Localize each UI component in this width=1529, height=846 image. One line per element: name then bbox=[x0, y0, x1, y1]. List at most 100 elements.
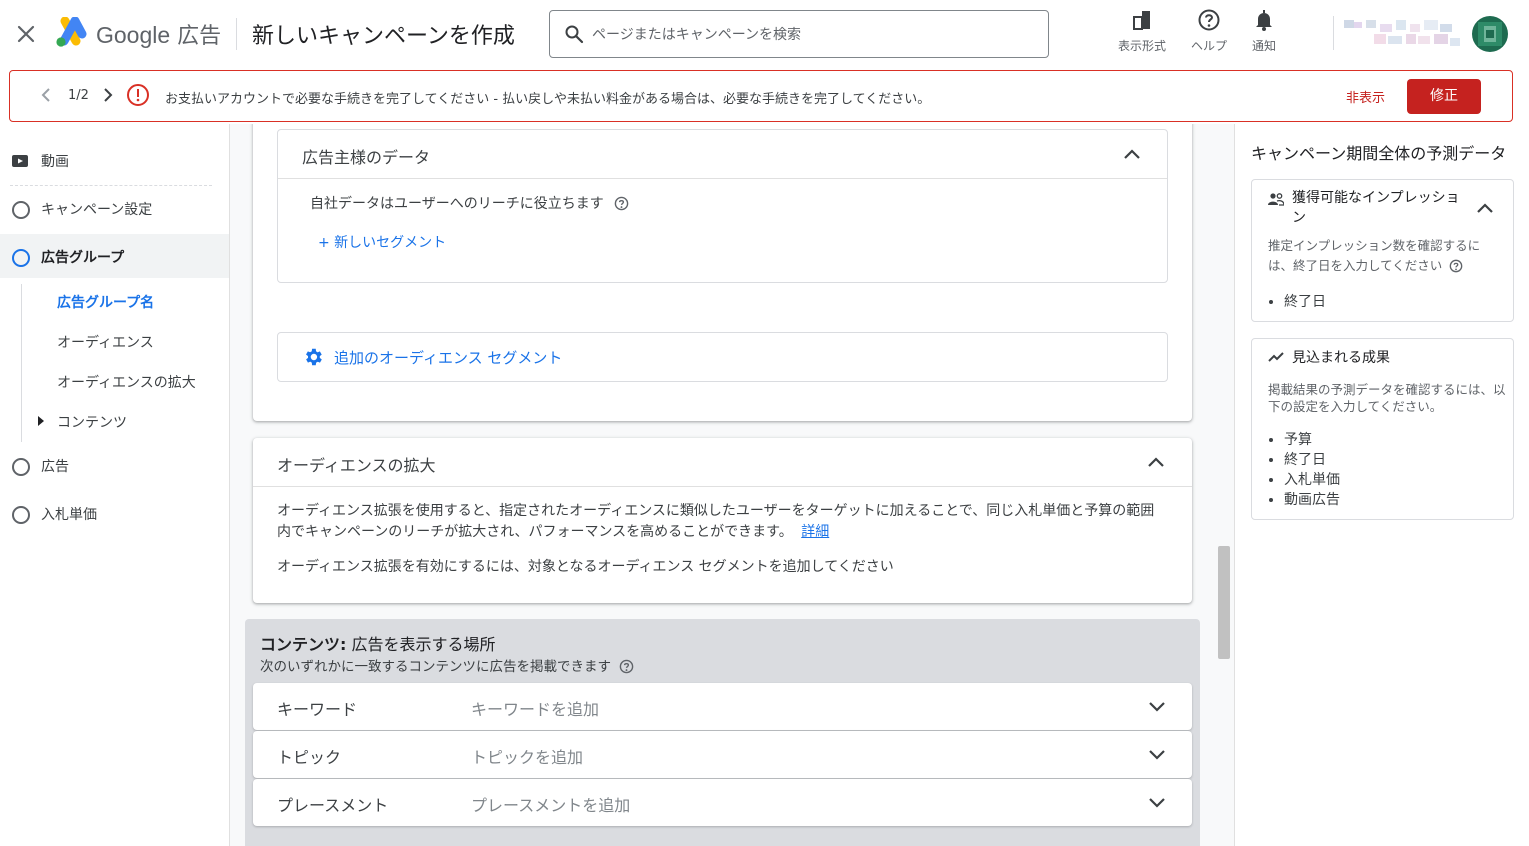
appearance-icon bbox=[1130, 8, 1154, 32]
nav-item-ads[interactable]: 広告 bbox=[0, 443, 229, 487]
left-nav: 動画 キャンペーン設定 広告グループ 広告グループ名 オーディエンス オーディエ… bbox=[0, 124, 230, 846]
help-button[interactable]: ヘルプ bbox=[1184, 8, 1234, 54]
content-subtitle-text: 次のいずれかに一致するコンテンツに広告を掲載できます bbox=[260, 659, 611, 675]
results-card: 見込まれる成果 掲載結果の予測データを確認するには、以下の設定を入力してください… bbox=[1251, 338, 1514, 520]
nav-item-bidding[interactable]: 入札単価 bbox=[0, 491, 229, 535]
advertiser-data-desc-text: 自社データはユーザーへのリーチに役立ちます bbox=[310, 196, 604, 212]
nav-label: キャンペーン設定 bbox=[41, 202, 153, 218]
bell-icon bbox=[1252, 8, 1276, 32]
row-placeholder: プレースメントを追加 bbox=[471, 796, 631, 815]
nav-label: 広告グループ bbox=[41, 250, 125, 266]
content-title-bold: コンテンツ: bbox=[260, 635, 347, 654]
help-icon[interactable] bbox=[614, 196, 629, 211]
additional-segments-label: 追加のオーディエンス セグメント bbox=[334, 349, 563, 367]
account-info-blurred[interactable] bbox=[1344, 18, 1464, 50]
chevron-left-icon[interactable] bbox=[38, 85, 54, 105]
row-name: プレースメント bbox=[277, 796, 389, 815]
results-title: 見込まれる成果 bbox=[1292, 350, 1390, 366]
step-circle-icon bbox=[12, 249, 30, 267]
top-bar: Google 広告 新しいキャンペーンを作成 表示形式 ヘルプ 通知 bbox=[0, 0, 1529, 68]
content-subtitle: 次のいずれかに一致するコンテンツに広告を掲載できます bbox=[260, 655, 634, 675]
notifications-button[interactable]: 通知 bbox=[1244, 8, 1284, 54]
gear-icon bbox=[302, 346, 324, 368]
nav-item-video[interactable]: 動画 bbox=[0, 138, 229, 182]
video-camera-icon bbox=[12, 154, 30, 168]
chevron-up-icon[interactable] bbox=[1145, 452, 1167, 472]
brand-name: Google 広告 bbox=[96, 18, 221, 50]
row-name: トピック bbox=[277, 748, 342, 767]
nav-sub-audience-expansion[interactable]: オーディエンスの拡大 bbox=[57, 372, 196, 392]
account-divider bbox=[1333, 16, 1334, 50]
avatar[interactable] bbox=[1472, 16, 1508, 52]
help-icon bbox=[1197, 8, 1221, 32]
page-title: 新しいキャンペーンを作成 bbox=[252, 24, 515, 49]
scrollbar-thumb[interactable] bbox=[1218, 546, 1230, 659]
chevron-up-icon[interactable] bbox=[1121, 144, 1143, 164]
audience-card: 広告主様のデータ 自社データはユーザーへのリーチに役立ちます + 新しいセグメン… bbox=[253, 124, 1192, 421]
nav-sub-audience[interactable]: オーディエンス bbox=[57, 332, 154, 352]
nav-item-ad-group[interactable]: 広告グループ bbox=[0, 234, 229, 278]
topics-row[interactable]: トピック トピックを追加 bbox=[253, 731, 1192, 778]
search-input[interactable] bbox=[592, 22, 1032, 48]
audience-expansion-title: オーディエンスの拡大 bbox=[277, 456, 436, 475]
forecast-title: キャンペーン期間全体の予測データ bbox=[1251, 144, 1507, 163]
help-icon[interactable] bbox=[619, 659, 634, 674]
step-circle-icon bbox=[12, 201, 30, 219]
nav-tree-line bbox=[21, 284, 22, 442]
forecast-panel: キャンペーン期間全体の予測データ 獲得可能なインプレッション 推定インプレッショ… bbox=[1234, 124, 1529, 846]
impressions-card: 獲得可能なインプレッション 推定インプレッション数を確認するには、終了日を入力し… bbox=[1251, 179, 1514, 322]
placements-row[interactable]: プレースメント プレースメントを追加 bbox=[253, 779, 1192, 826]
caret-right-icon[interactable] bbox=[37, 416, 45, 426]
chevron-down-icon[interactable] bbox=[1146, 744, 1168, 764]
step-circle-icon bbox=[12, 506, 30, 524]
nav-label: 動画 bbox=[41, 154, 69, 170]
help-icon[interactable] bbox=[1449, 259, 1463, 273]
results-requirements: 予算 終了日 入札単価 動画広告 bbox=[1284, 430, 1340, 510]
audience-expansion-card: オーディエンスの拡大 オーディエンス拡張を使用すると、指定されたオーディエンスに… bbox=[253, 438, 1192, 603]
divider bbox=[253, 486, 1192, 487]
nav-label: 広告 bbox=[41, 459, 69, 475]
notification-banner: 1/2 お支払いアカウントで必要な手続きを完了してください - 払い戻しや未払い… bbox=[9, 70, 1513, 122]
brand-ads: 広告 bbox=[177, 24, 222, 49]
fix-button[interactable]: 修正 bbox=[1407, 79, 1481, 114]
content-title: コンテンツ: 広告を表示する場所 bbox=[260, 631, 496, 655]
nav-sub-ad-group-name[interactable]: 広告グループ名 bbox=[57, 292, 154, 312]
people-icon bbox=[1268, 192, 1284, 206]
row-placeholder: トピックを追加 bbox=[471, 748, 584, 767]
results-desc: 掲載結果の予測データを確認するには、以下の設定を入力してください。 bbox=[1268, 382, 1506, 414]
chevron-down-icon[interactable] bbox=[1146, 792, 1168, 812]
content-title-rest: 広告を表示する場所 bbox=[351, 635, 496, 654]
chevron-up-icon[interactable] bbox=[1474, 198, 1496, 218]
main-content: 広告主様のデータ 自社データはユーザーへのリーチに役立ちます + 新しいセグメン… bbox=[230, 124, 1234, 846]
brand-google: Google bbox=[96, 22, 171, 48]
requirement-item: 動画広告 bbox=[1284, 490, 1340, 510]
audience-expansion-text: オーディエンス拡張を使用すると、指定されたオーディエンスに類似したユーザーをター… bbox=[277, 503, 1155, 540]
close-icon[interactable] bbox=[12, 20, 40, 48]
nav-sub-content[interactable]: コンテンツ bbox=[57, 412, 127, 432]
nav-label: 入札単価 bbox=[41, 507, 97, 523]
requirement-item: 終了日 bbox=[1284, 450, 1340, 470]
advertiser-data-title: 広告主様のデータ bbox=[302, 148, 431, 167]
keywords-row[interactable]: キーワード キーワードを追加 bbox=[253, 683, 1192, 730]
appearance-button[interactable]: 表示形式 bbox=[1112, 8, 1172, 54]
appearance-label: 表示形式 bbox=[1117, 39, 1166, 53]
chevron-down-icon[interactable] bbox=[1146, 696, 1168, 716]
step-circle-icon bbox=[12, 458, 30, 476]
main-scrollbar[interactable] bbox=[1217, 124, 1231, 846]
advertiser-data-desc: 自社データはユーザーへのリーチに役立ちます bbox=[310, 194, 629, 215]
content-section: コンテンツ: 広告を表示する場所 次のいずれかに一致するコンテンツに広告を掲載で… bbox=[245, 619, 1200, 846]
requirement-item: 入札単価 bbox=[1284, 470, 1340, 490]
details-link[interactable]: 詳細 bbox=[801, 524, 829, 540]
nav-item-campaign-settings[interactable]: キャンペーン設定 bbox=[0, 186, 229, 230]
search-icon bbox=[564, 24, 584, 44]
search-box[interactable] bbox=[549, 10, 1049, 58]
divider bbox=[278, 178, 1167, 179]
audience-expansion-note: オーディエンス拡張を有効にするには、対象となるオーディエンス セグメントを追加し… bbox=[277, 559, 894, 575]
chevron-right-icon[interactable] bbox=[100, 85, 116, 105]
audience-expansion-body: オーディエンス拡張を使用すると、指定されたオーディエンスに類似したユーザーをター… bbox=[277, 501, 1167, 543]
additional-segments-panel[interactable]: 追加のオーディエンス セグメント bbox=[277, 332, 1168, 382]
requirement-item: 終了日 bbox=[1284, 292, 1326, 312]
hide-button[interactable]: 非表示 bbox=[1346, 87, 1385, 106]
new-segment-link[interactable]: + 新しいセグメント bbox=[318, 232, 446, 252]
row-name: キーワード bbox=[277, 700, 358, 719]
